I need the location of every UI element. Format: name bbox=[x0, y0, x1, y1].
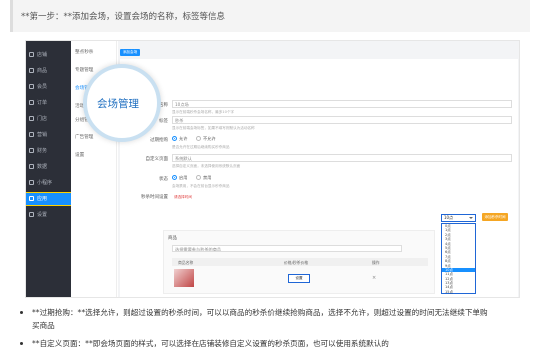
shop-icon bbox=[29, 116, 34, 121]
data-icon bbox=[29, 164, 34, 169]
overdue-deny-radio[interactable]: 不允许 bbox=[196, 136, 216, 142]
subnav-item-settings[interactable]: 设置 bbox=[75, 152, 84, 158]
custom-page-label: 自定义页面 bbox=[145, 157, 169, 162]
time-select[interactable]: 10点 bbox=[441, 214, 476, 222]
sidebar-item-shop[interactable]: 门店 bbox=[26, 113, 71, 125]
tag-hint: 显示在前端会场标签，如果不填写则默认为活动名称 bbox=[172, 126, 255, 130]
subnav-item-ads[interactable]: 广告管理 bbox=[75, 134, 93, 140]
overdue-allow-radio[interactable]: 允许 bbox=[172, 136, 187, 142]
sidebar-item-marketing[interactable]: 营销 bbox=[26, 129, 71, 141]
custom-page-select[interactable]: 系统默认 bbox=[172, 154, 512, 162]
member-icon bbox=[29, 84, 34, 89]
store-icon bbox=[29, 52, 34, 57]
name-hint: 显示在前端秒杀会场名称，最多10个字 bbox=[172, 110, 235, 114]
miniapp-icon bbox=[29, 180, 34, 185]
name-input[interactable]: 10点场 bbox=[172, 100, 512, 108]
apps-icon bbox=[29, 196, 34, 201]
sidebar-item-goods[interactable]: 商品 bbox=[26, 65, 71, 77]
radio-checked-icon bbox=[172, 136, 177, 141]
marketing-icon bbox=[29, 132, 34, 137]
subnav-item-topic[interactable]: 专题管理 bbox=[75, 67, 93, 73]
sidebar-item-settings[interactable]: 设置 bbox=[26, 209, 71, 221]
sidebar-item-order[interactable]: 订单 bbox=[26, 97, 71, 109]
status-label: 状态 bbox=[159, 177, 168, 182]
add-time-button[interactable]: 添加秒杀时间 bbox=[482, 213, 508, 221]
custom-page-hint: 选择自定义页面，未选择使用系统默认页面 bbox=[172, 164, 241, 168]
sidebar-item-member[interactable]: 会员 bbox=[26, 81, 71, 93]
goods-table-header: 商品名称 价格/秒杀价格 操作 bbox=[172, 258, 428, 266]
add-venue-button[interactable]: 添加会场 bbox=[120, 49, 140, 56]
admin-screenshot: 店铺 商品 会员 订单 门店 营销 财务 数据 小程序 应用 设置 整点秒杀 专… bbox=[25, 40, 520, 298]
order-icon bbox=[29, 100, 34, 105]
sidebar-item-store[interactable]: 店铺 bbox=[26, 49, 71, 61]
gear-icon bbox=[29, 212, 34, 217]
bullet-overdue-cont: 买商品 bbox=[32, 321, 55, 330]
time-label: 秒杀时间设置 bbox=[141, 195, 168, 200]
sidebar-item-data[interactable]: 数据 bbox=[26, 161, 71, 173]
goods-icon bbox=[29, 68, 34, 73]
radio-checked-icon bbox=[172, 175, 177, 180]
time-option[interactable]: 15点 bbox=[442, 290, 475, 294]
document-page: **第一步：**添加会场，设置会场的名称，标签等信息 店铺 商品 会员 订单 门… bbox=[0, 0, 553, 361]
sidebar-item-miniapp[interactable]: 小程序 bbox=[26, 177, 71, 189]
bullet-custom-page: **自定义页面：**即会场页面的样式，可以选择在店铺装修自定义设置的秒杀页面，也… bbox=[18, 337, 538, 350]
delete-icon[interactable]: × bbox=[372, 275, 376, 281]
product-thumbnail bbox=[174, 269, 194, 287]
status-enable-radio[interactable]: 启用 bbox=[172, 175, 187, 181]
sidebar-item-apps[interactable]: 应用 bbox=[26, 192, 72, 206]
tag-input[interactable]: 秒杀 bbox=[172, 116, 512, 124]
status-disable-radio[interactable]: 禁用 bbox=[196, 175, 211, 181]
finance-icon bbox=[29, 148, 34, 153]
bullet-list: **过期抢购：**选择允许，则超过设置的秒杀时间，可以以商品的秒杀价继续抢购商品… bbox=[18, 306, 538, 350]
radio-unchecked-icon bbox=[196, 175, 201, 180]
zoom-callout: 会场管理 bbox=[83, 64, 161, 142]
time-dropdown: 0点 1点 2点 3点 4点 5点 6点 7点 8点 9点 10点 11点 12… bbox=[441, 223, 476, 294]
time-warning: 请选择时间 bbox=[174, 195, 192, 199]
header-price: 价格/秒杀价格 bbox=[284, 260, 309, 265]
header-goods-name: 商品名称 bbox=[178, 260, 194, 265]
goods-area: 商品 选择需要参与秒杀的商品 商品名称 价格/秒杀价格 操作 设置 × bbox=[163, 230, 435, 294]
overdue-hint: 是否允许在过期后继续购买秒杀商品 bbox=[172, 145, 230, 149]
goods-label: 商品 bbox=[168, 236, 177, 241]
zoom-callout-label: 会场管理 bbox=[97, 98, 139, 110]
set-price-button[interactable]: 设置 bbox=[288, 274, 310, 283]
status-hint: 会场禁用，不会在前台显示秒杀商品 bbox=[172, 184, 230, 188]
step-note: **第一步：**添加会场，设置会场的名称，标签等信息 bbox=[10, 0, 530, 32]
subnav-item-flash[interactable]: 整点秒杀 bbox=[75, 49, 93, 55]
bullet-overdue: **过期抢购：**选择允许，则超过设置的秒杀时间，可以以商品的秒杀价继续抢购商品… bbox=[18, 306, 538, 319]
goods-input[interactable]: 选择需要参与秒杀的商品 bbox=[172, 245, 402, 252]
sidebar: 店铺 商品 会员 订单 门店 营销 财务 数据 小程序 应用 设置 bbox=[26, 41, 72, 297]
radio-unchecked-icon bbox=[196, 136, 201, 141]
sidebar-item-finance[interactable]: 财务 bbox=[26, 145, 71, 157]
header-action: 操作 bbox=[372, 260, 380, 265]
